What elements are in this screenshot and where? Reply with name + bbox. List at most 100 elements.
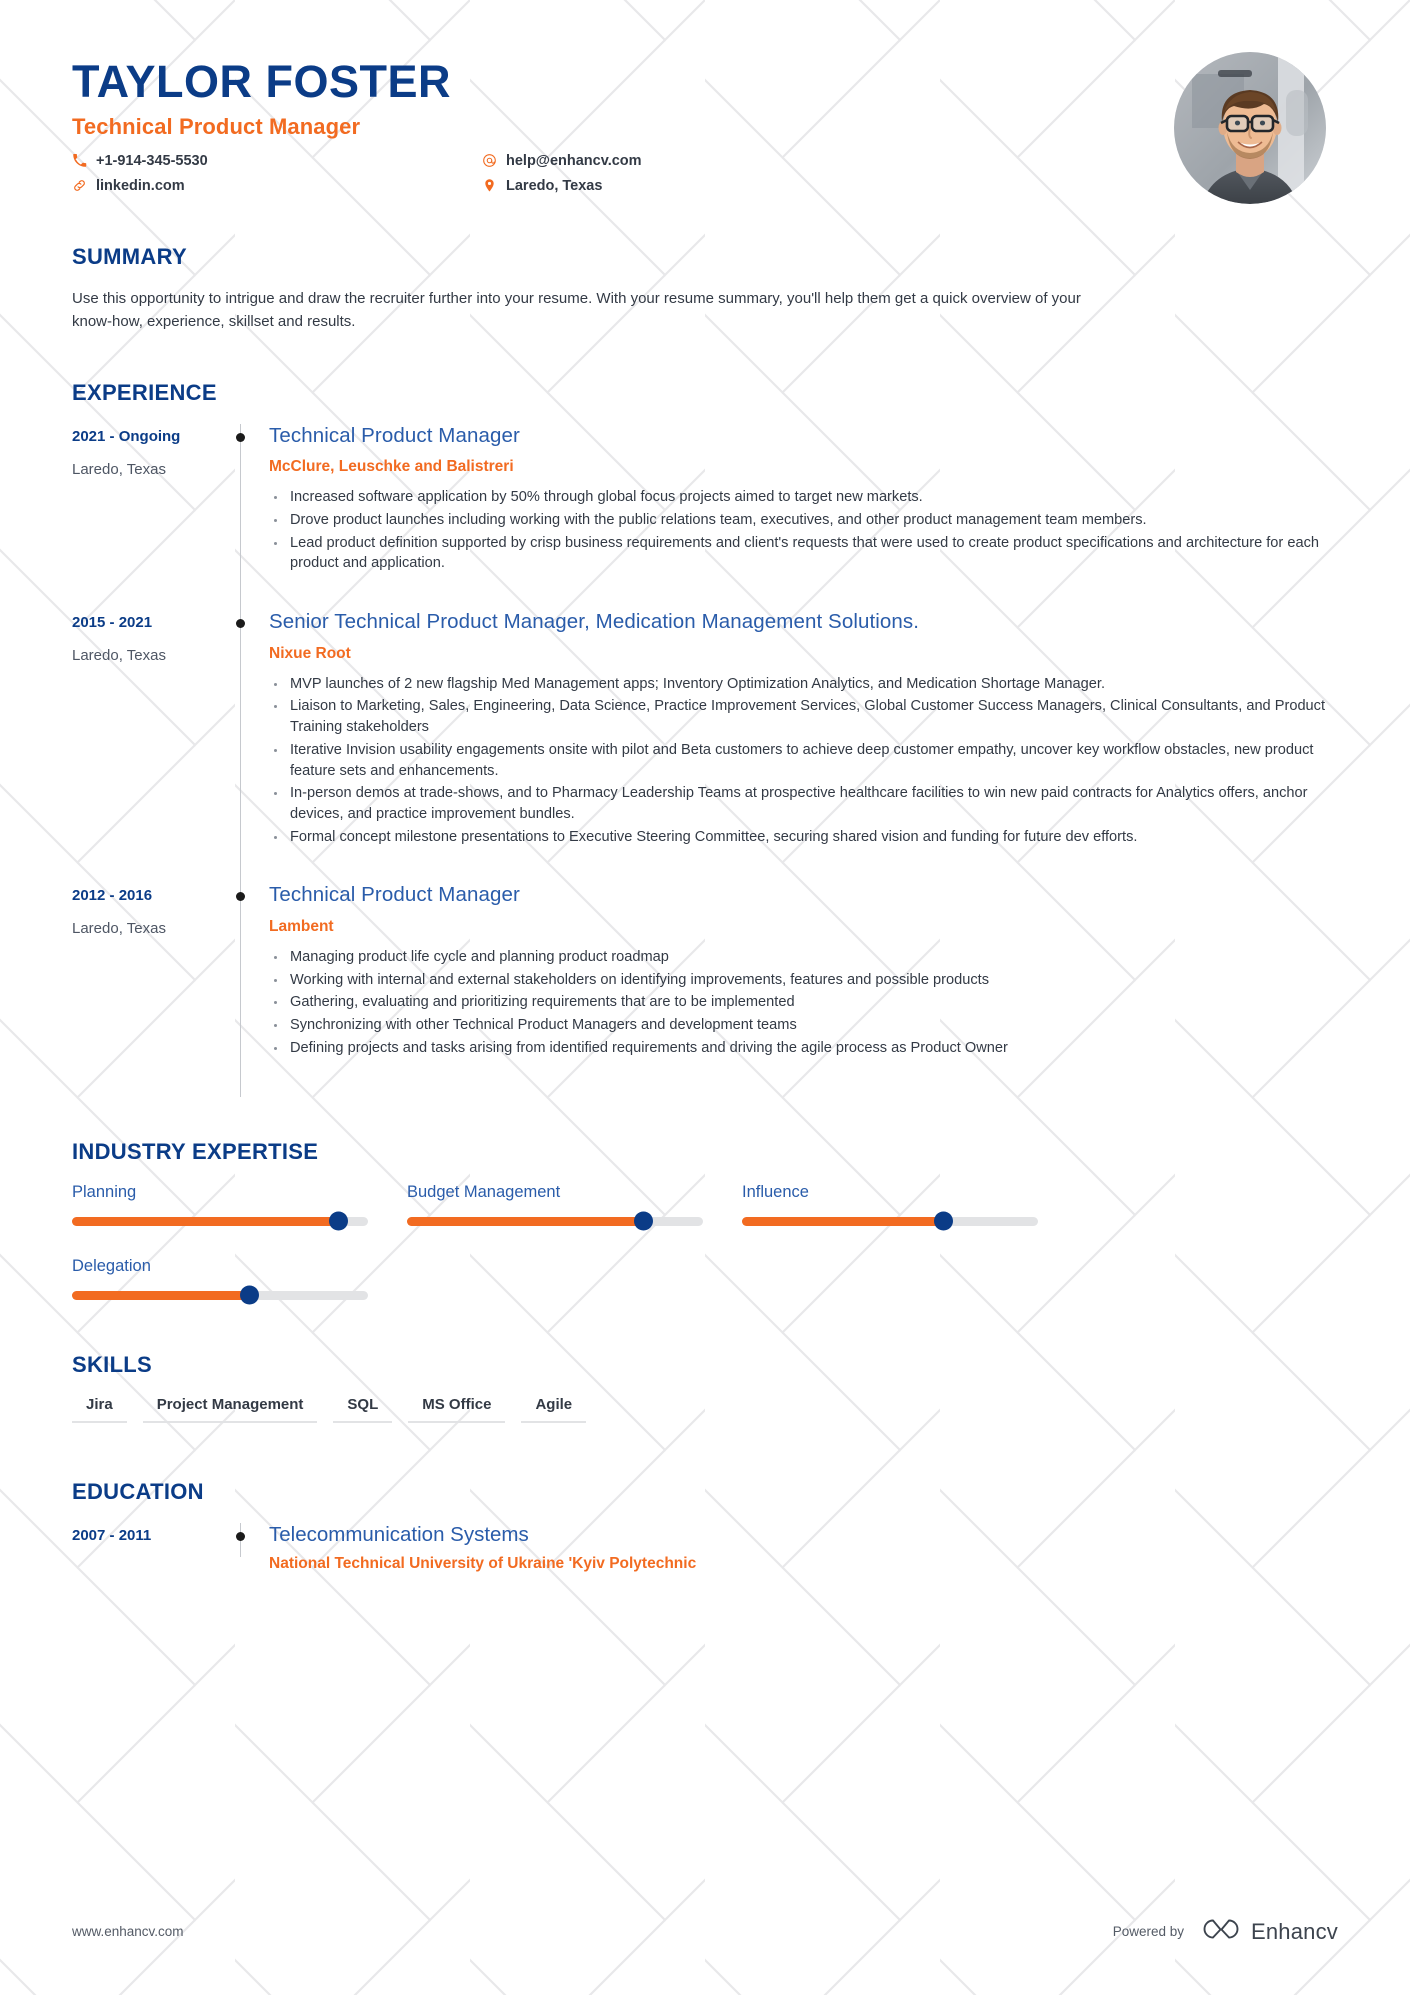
contact-phone[interactable]: +1-914-345-5530 (72, 153, 482, 169)
skills-list: Jira Project Management SQL MS Office Ag… (72, 1396, 1338, 1423)
education-entry: 2007 - 2011 Telecommunication Systems Na… (72, 1522, 1338, 1574)
slider-fill (72, 1290, 250, 1300)
list-item: Liaison to Marketing, Sales, Engineering… (269, 696, 1338, 737)
expertise-item-budget-management: Budget Management (407, 1182, 703, 1231)
list-item: Synchronizing with other Technical Produ… (269, 1015, 1338, 1036)
experience-location: Laredo, Texas (72, 920, 166, 938)
list-item: Working with internal and external stake… (269, 970, 1338, 991)
enhancv-brand-name: Enhancv (1250, 1918, 1338, 1944)
contact-location[interactable]: Laredo, Texas (482, 178, 642, 194)
page-footer: www.enhancv.com Powered by Enhancv (72, 1916, 1338, 1947)
experience-company: Nixue Root (269, 644, 351, 662)
list-item: Managing product life cycle and planning… (269, 947, 1338, 968)
experience-role: Technical Product Manager (269, 423, 520, 447)
education-degree: Telecommunication Systems (269, 1522, 529, 1546)
footer-branding: Powered by Enhancv (1113, 1916, 1338, 1947)
timeline-marker (227, 1522, 263, 1574)
timeline-dot (236, 1531, 245, 1541)
timeline-dot (236, 432, 245, 442)
timeline-marker (227, 610, 263, 886)
resume-page: TAYLOR FOSTER Technical Product Manager … (0, 0, 1410, 1995)
experience-bullets: Increased software application by 50% th… (269, 487, 1338, 574)
list-item: Gathering, evaluating and prioritizing r… (269, 992, 1338, 1013)
page-title: TAYLOR FOSTER (72, 56, 452, 107)
experience-location: Laredo, Texas (72, 647, 166, 665)
expertise-label: Budget Management (407, 1182, 561, 1201)
skill-chip: SQL (333, 1396, 393, 1423)
experience-meta: 2021 - Ongoing Laredo, Texas (72, 424, 227, 610)
avatar (1174, 52, 1326, 204)
list-item: Defining projects and tasks arising from… (269, 1038, 1338, 1059)
location-pin-icon (482, 178, 497, 193)
slider-fill (72, 1216, 339, 1226)
section-title-skills: SKILLS (72, 1351, 153, 1377)
education-dates: 2007 - 2011 (72, 1526, 152, 1544)
experience-dates: 2021 - Ongoing (72, 427, 181, 445)
experience-role: Senior Technical Product Manager, Medica… (269, 610, 920, 634)
contact-linkedin[interactable]: linkedin.com (72, 178, 482, 194)
education-meta: 2007 - 2011 (72, 1523, 227, 1574)
list-item: Drove product launches including working… (269, 510, 1338, 531)
experience-meta: 2015 - 2021 Laredo, Texas (72, 610, 227, 883)
section-title-summary: SUMMARY (72, 244, 187, 269)
slider-knob[interactable] (240, 1285, 260, 1305)
list-item: MVP launches of 2 new flagship Med Manag… (269, 674, 1338, 695)
expertise-item-planning: Planning (72, 1183, 368, 1231)
slider-knob[interactable] (933, 1211, 953, 1231)
summary-section: SUMMARY Use this opportunity to intrigue… (72, 244, 1338, 334)
timeline-rail (240, 883, 241, 1097)
expertise-item-influence: Influence (742, 1182, 1038, 1231)
skills-section: SKILLS Jira Project Management SQL MS Of… (72, 1352, 1338, 1423)
contact-email[interactable]: help@enhancv.com (482, 153, 642, 169)
experience-entry: 2012 - 2016 Laredo, Texas Technical Prod… (72, 883, 1338, 1097)
slider-knob[interactable] (328, 1211, 348, 1231)
contact-location-value: Laredo, Texas (506, 177, 603, 194)
experience-meta: 2012 - 2016 Laredo, Texas (72, 883, 227, 1094)
avatar-photo (1174, 52, 1326, 204)
skill-chip: Jira (72, 1396, 127, 1423)
timeline-rail (240, 423, 241, 613)
experience-company: McClure, Leuschke and Balistreri (269, 458, 514, 476)
section-title-education: EDUCATION (72, 1478, 204, 1504)
list-item: Increased software application by 50% th… (269, 487, 1338, 508)
list-item: Formal concept milestone presentations t… (269, 827, 1338, 848)
timeline-dot (236, 892, 245, 902)
experience-company: Lambent (269, 918, 334, 935)
slider-knob[interactable] (634, 1211, 654, 1231)
header-text-block: TAYLOR FOSTER Technical Product Manager … (72, 52, 642, 194)
experience-role: Technical Product Manager (269, 883, 520, 907)
timeline-dot (236, 619, 245, 629)
experience-section: EXPERIENCE 2021 - Ongoing Laredo, Texas … (72, 379, 1338, 1097)
experience-body: Senior Technical Product Manager, Medica… (263, 610, 1338, 883)
contact-phone-value: +1-914-345-5530 (96, 152, 208, 169)
list-item: Lead product definition supported by cri… (269, 533, 1338, 574)
education-section: EDUCATION 2007 - 2011 Telecommunication … (72, 1479, 1338, 1574)
footer-url[interactable]: www.enhancv.com (72, 1924, 184, 1939)
section-title-experience: EXPERIENCE (72, 379, 217, 405)
experience-bullets: MVP launches of 2 new flagship Med Manag… (269, 674, 1338, 848)
experience-bullets: Managing product life cycle and planning… (269, 947, 1338, 1059)
expertise-slider[interactable] (72, 1211, 368, 1231)
slider-fill (407, 1216, 644, 1226)
experience-entry: 2021 - Ongoing Laredo, Texas Technical P… (72, 423, 1338, 613)
expertise-slider-grid: Planning Budget Management Influence Del… (72, 1182, 1338, 1305)
expertise-label: Influence (742, 1182, 809, 1201)
powered-by-label: Powered by (1112, 1924, 1184, 1939)
email-icon (482, 153, 497, 168)
resume-header: TAYLOR FOSTER Technical Product Manager … (72, 0, 1338, 204)
industry-expertise-section: INDUSTRY EXPERTISE Planning Budget Manag… (72, 1139, 1338, 1305)
timeline-rail (240, 610, 241, 886)
expertise-label: Delegation (72, 1256, 151, 1275)
job-title: Technical Product Manager (72, 113, 361, 139)
summary-text: Use this opportunity to intrigue and dra… (72, 290, 1081, 330)
expertise-slider[interactable] (742, 1211, 1038, 1231)
slider-fill (742, 1216, 944, 1226)
expertise-slider[interactable] (407, 1211, 703, 1231)
contact-email-value: help@enhancv.com (506, 152, 642, 169)
expertise-slider[interactable] (72, 1285, 368, 1305)
enhancv-brand: Enhancv (1200, 1916, 1338, 1947)
contact-grid: +1-914-345-5530 help@enhancv.com linkedi… (72, 153, 642, 194)
experience-dates: 2012 - 2016 (72, 887, 153, 905)
education-body: Telecommunication Systems National Techn… (263, 1523, 1338, 1574)
expertise-item-delegation: Delegation (72, 1256, 368, 1305)
